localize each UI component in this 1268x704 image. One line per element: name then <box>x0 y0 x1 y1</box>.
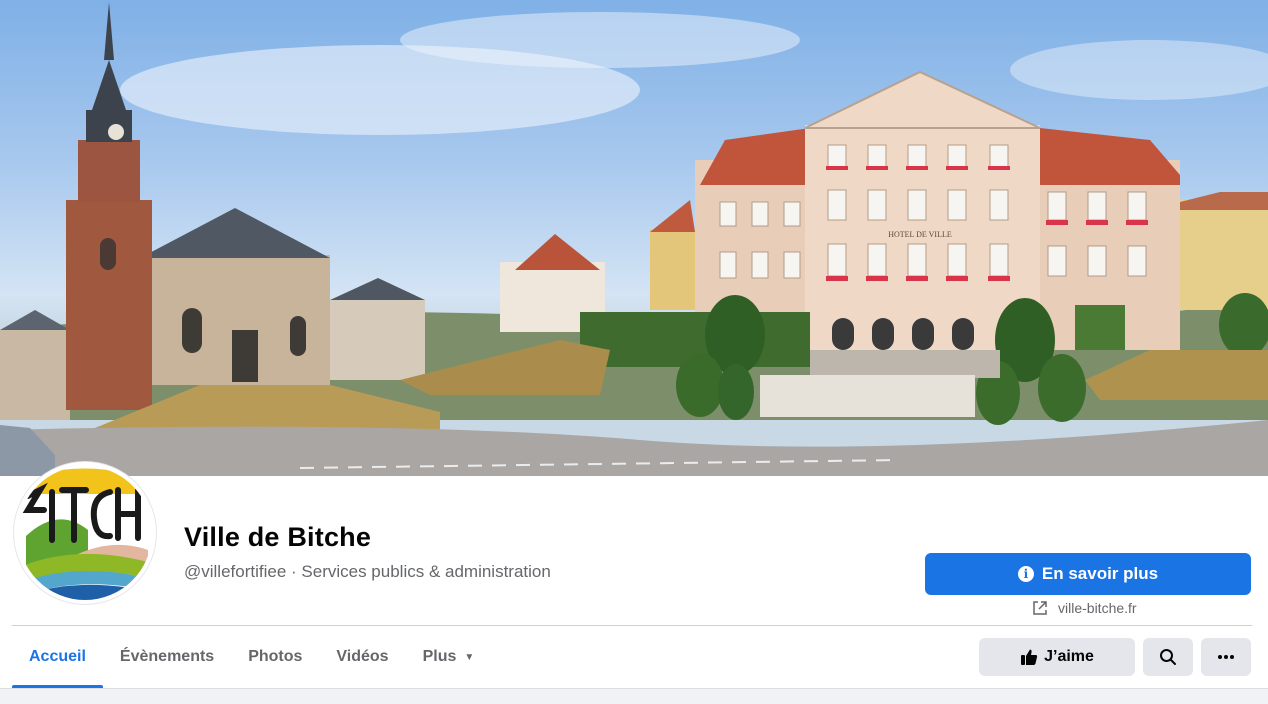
tab-accueil-label: Accueil <box>29 648 86 665</box>
website-link[interactable]: ville-bitche.fr <box>1032 600 1137 616</box>
feed-background <box>0 688 1268 704</box>
page-title: Ville de Bitche <box>184 522 372 552</box>
page-handle-category: @villefortifiee · Services publics & adm… <box>184 562 551 581</box>
tab-accueil[interactable]: Accueil <box>12 626 103 688</box>
bitche-logo <box>18 466 152 600</box>
tab-photos[interactable]: Photos <box>231 626 319 688</box>
caret-down-icon: ▼ <box>464 651 475 663</box>
tab-plus[interactable]: Plus ▼ <box>406 626 492 688</box>
tab-evenements[interactable]: Évènements <box>103 626 231 688</box>
tab-evenements-label: Évènements <box>119 648 215 665</box>
info-circle-icon: i <box>1017 566 1034 582</box>
more-dots-icon <box>1218 655 1234 659</box>
search-icon <box>1160 649 1176 665</box>
learn-more-button[interactable]: i En savoir plus <box>925 553 1251 595</box>
thumbs-up-icon <box>1021 649 1038 665</box>
tab-plus-label: Plus <box>422 648 457 665</box>
page-tabs: Accueil Évènements Photos Vidéos Plus ▼ <box>12 626 491 688</box>
more-options-button[interactable] <box>1201 638 1251 676</box>
like-label: J’aime <box>1044 648 1094 665</box>
cover-photo[interactable]: HOTEL DE VILLE <box>0 0 1268 476</box>
tab-videos[interactable]: Vidéos <box>319 626 405 688</box>
tab-photos-label: Photos <box>248 648 303 665</box>
website-url: ville-bitche.fr <box>1058 600 1137 616</box>
cover-illustration: HOTEL DE VILLE <box>0 2 1268 476</box>
page-avatar[interactable] <box>14 462 156 604</box>
search-button[interactable] <box>1143 638 1193 676</box>
learn-more-label: En savoir plus <box>1041 564 1159 583</box>
building-sign: HOTEL DE VILLE <box>888 230 952 239</box>
external-link-icon <box>1033 601 1047 615</box>
tab-videos-label: Vidéos <box>336 648 389 665</box>
like-button[interactable]: J’aime <box>979 638 1135 676</box>
